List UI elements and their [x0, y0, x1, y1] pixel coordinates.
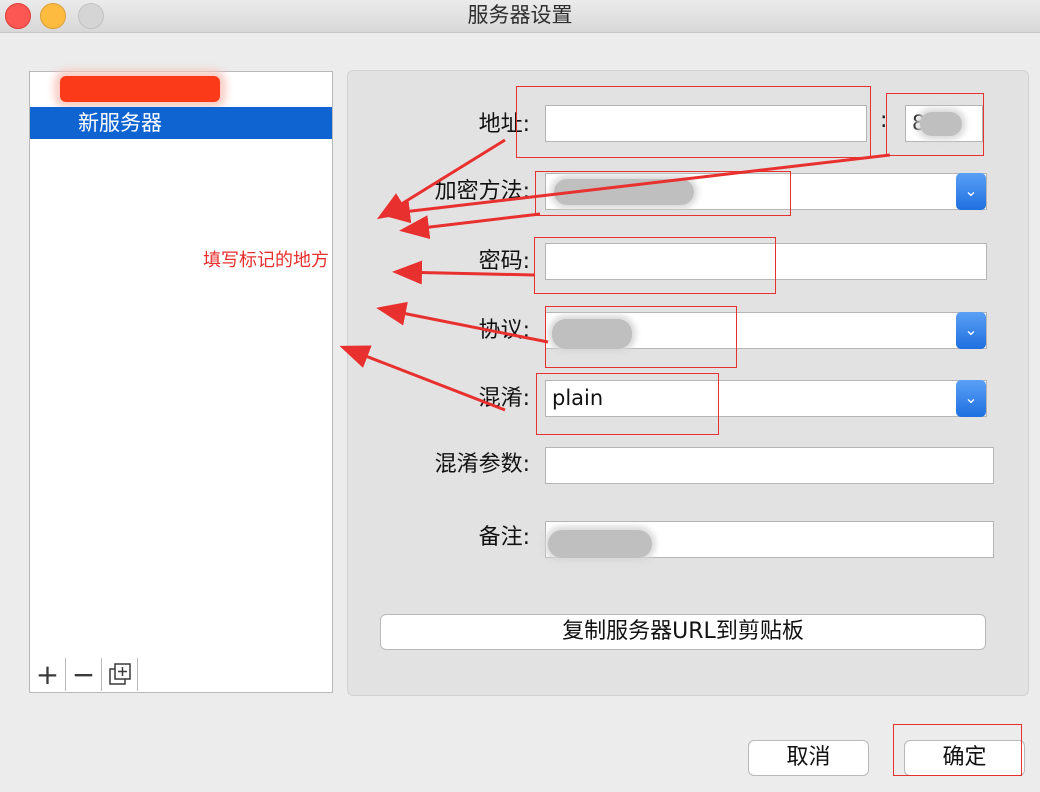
annotation-arrow: [376, 301, 549, 344]
annotation-arrow: [399, 212, 541, 240]
annotation-arrow: [376, 138, 506, 220]
annotation-arrow: [380, 153, 891, 224]
annotation-arrow: [392, 260, 535, 285]
annotation-arrows: [339, 138, 891, 412]
annotation-arrow: [339, 345, 506, 412]
